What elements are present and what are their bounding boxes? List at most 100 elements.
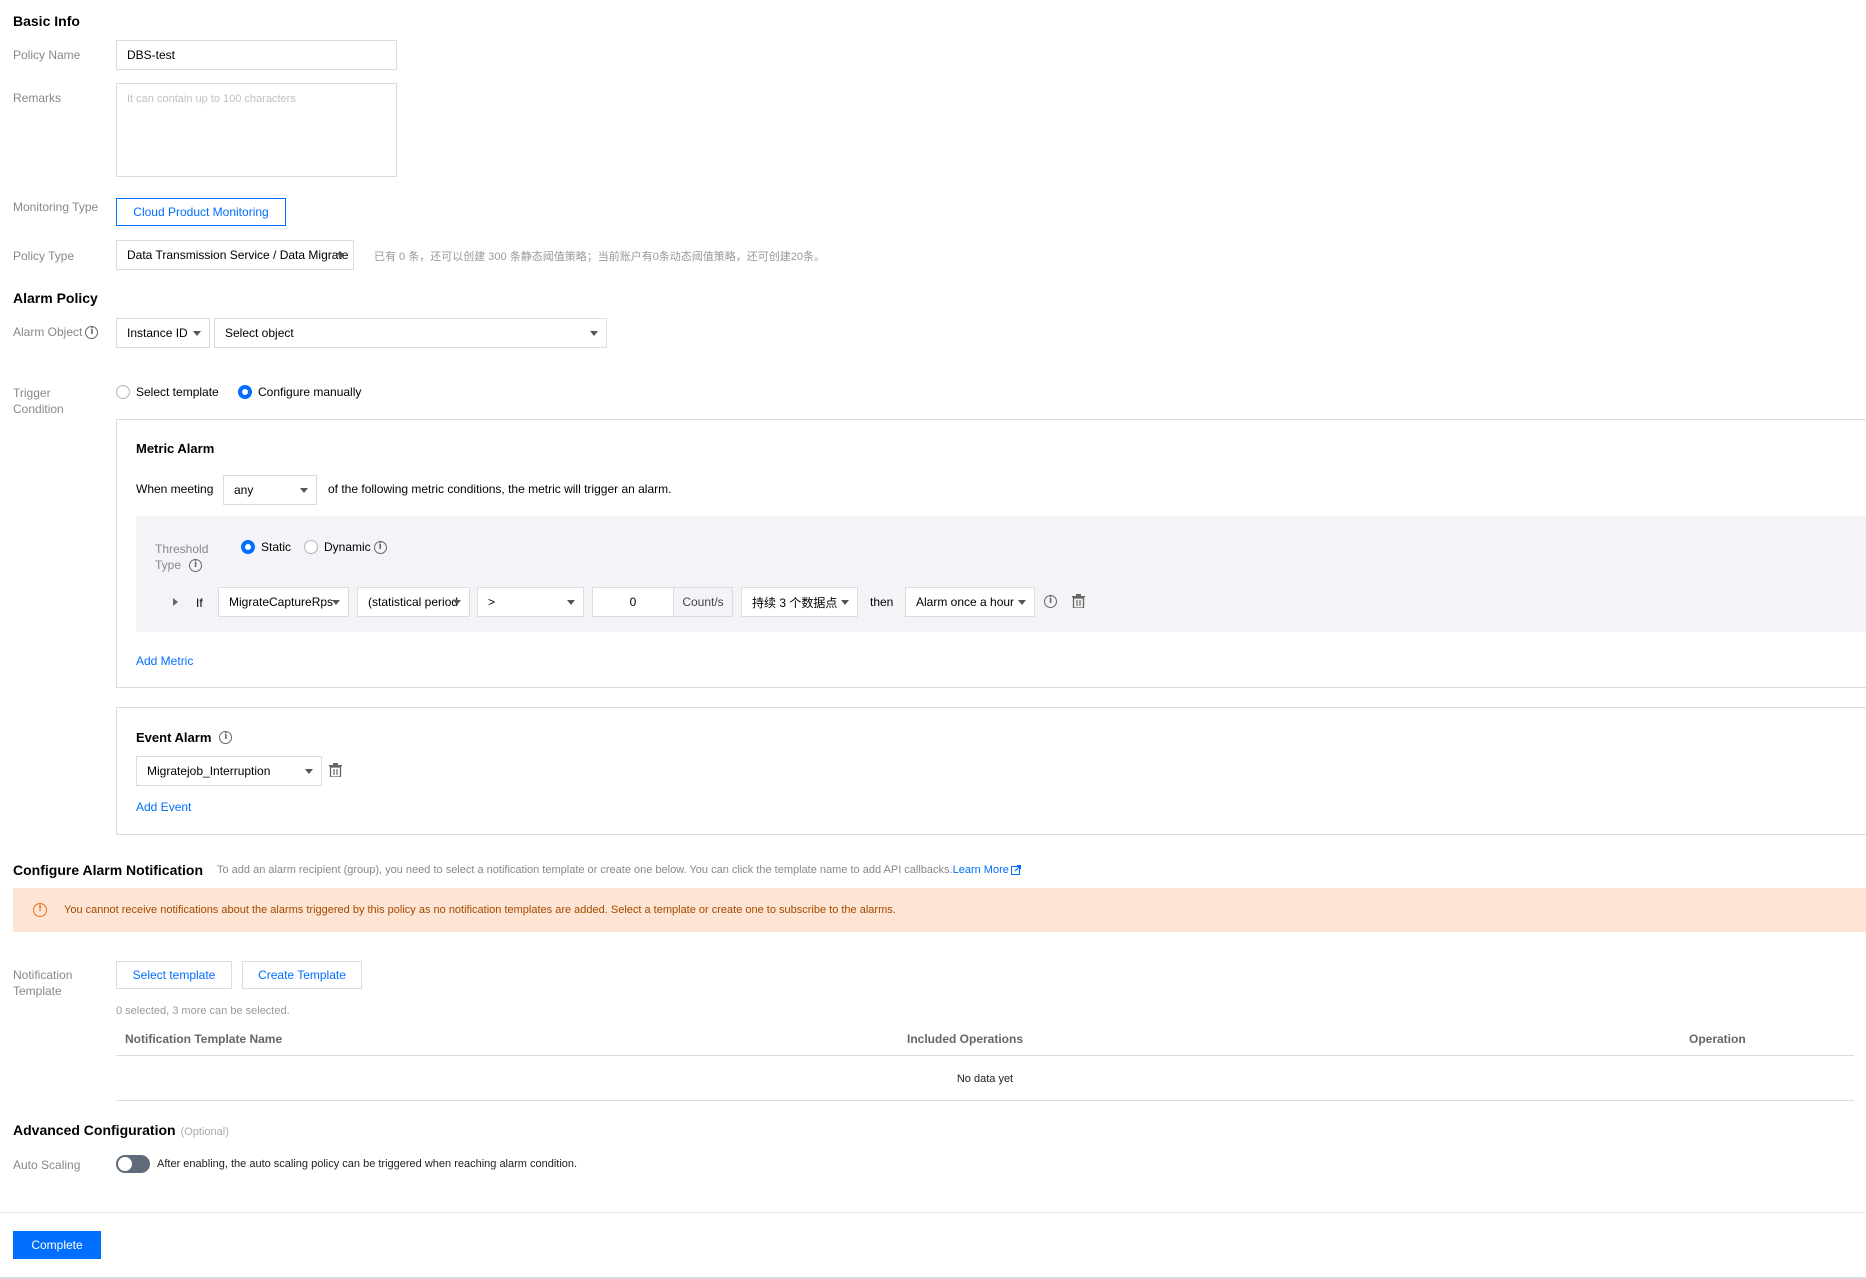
create-template-button[interactable]: Create Template [242,961,362,989]
info-icon[interactable]: i [189,558,203,572]
toggle-knob [118,1157,132,1171]
chevron-down-icon [841,600,849,605]
metric-select[interactable]: MigrateCaptureRps [218,587,349,617]
column-header-included-operations: Included Operations [907,1032,1024,1046]
alarm-object-select-value: Select object [225,326,294,340]
if-label: If [196,596,203,610]
when-meeting-label: When meeting [136,482,214,496]
warning-icon: ! [33,903,47,917]
learn-more-link[interactable]: Learn More [953,864,1009,876]
operator-value: > [488,595,496,609]
expand-caret-icon[interactable] [173,598,178,606]
alarm-object-label-wrap: Alarm Object i [13,324,99,340]
advanced-title: Advanced Configuration [13,1122,176,1138]
event-alarm-title-wrap: Event Alarm i [136,730,233,745]
duration-select[interactable]: 持续 3 个数据点 [741,587,858,617]
duration-value: 持续 3 个数据点 [752,595,838,610]
chevron-down-icon [332,600,340,605]
add-event-link[interactable]: Add Event [136,800,191,814]
radio-select-template[interactable]: Select template [116,385,219,399]
policy-name-value: DBS-test [127,48,176,62]
chevron-down-icon [567,600,575,605]
threshold-type-label-wrap: Type i [155,557,203,573]
radio-icon [304,540,318,554]
column-header-template-name: Notification Template Name [125,1032,283,1046]
alarm-object-type-select[interactable]: Instance ID [116,318,210,348]
threshold-value-input[interactable]: 0 [592,587,674,617]
event-alarm-panel [116,707,1866,835]
select-template-button[interactable]: Select template [116,961,232,989]
then-label: then [870,595,894,609]
warning-text: You cannot receive notifications about t… [64,904,896,916]
radio-configure-manually-label: Configure manually [258,385,362,399]
radio-select-template-label: Select template [136,385,219,399]
monitoring-type-button[interactable]: Cloud Product Monitoring [116,198,286,226]
alarm-object-select[interactable]: Select object [214,318,607,348]
policy-type-hint: 已有 0 条，还可以创建 300 条静态阈值策略；当前账户有0条动态阈值策略，还… [374,251,826,263]
notification-template-label-2: Template [13,984,62,998]
complete-button[interactable]: Complete [13,1231,101,1259]
match-mode-select[interactable]: any [223,475,317,505]
event-alarm-title: Event Alarm [136,730,212,745]
policy-type-value: Data Transmission Service / Data Migrate [127,248,349,262]
radio-threshold-static[interactable]: Static [241,540,291,554]
chevron-down-icon [305,769,313,774]
operator-select[interactable]: > [477,587,584,617]
trigger-condition-label-2: Condition [13,402,64,416]
policy-name-input[interactable]: DBS-test [116,40,397,70]
trash-icon[interactable] [1072,594,1085,608]
info-icon[interactable]: i [219,731,233,744]
radio-checked-icon [238,385,252,399]
threshold-dynamic-label: Dynamic [324,540,371,554]
remarks-textarea[interactable]: It can contain up to 100 characters [116,83,397,177]
trash-icon[interactable] [329,763,342,777]
auto-scaling-label: Auto Scaling [13,1158,81,1172]
notification-template-label-1: Notification [13,968,73,982]
notification-description-wrap: To add an alarm recipient (group), you n… [217,864,1021,876]
footer-divider [0,1212,1866,1213]
external-link-icon[interactable] [1010,865,1021,875]
chevron-down-icon [453,600,461,605]
remarks-label: Remarks [13,91,62,105]
condition-suffix: of the following metric conditions, the … [328,482,672,496]
warning-banner: ! You cannot receive notifications about… [13,888,1866,932]
info-icon[interactable]: i [1044,595,1057,608]
period-select[interactable]: (statistical period [357,587,470,617]
basic-info-title: Basic Info [13,13,80,29]
policy-type-select[interactable]: Data Transmission Service / Data Migrate [116,240,354,270]
trigger-condition-label-1: Trigger [13,386,51,400]
unit-addon: Count/s [673,587,733,617]
chevron-down-icon [1018,600,1026,605]
period-value: (statistical period [368,595,459,609]
radio-threshold-dynamic[interactable]: Dynamic i [304,540,387,554]
radio-configure-manually[interactable]: Configure manually [238,385,361,399]
auto-scaling-description: After enabling, the auto scaling policy … [157,1158,578,1170]
unit-label: Count/s [682,595,724,609]
radio-checked-icon [241,540,255,554]
info-icon[interactable]: i [85,325,99,339]
table-empty-text: No data yet [956,1073,1014,1085]
add-metric-link[interactable]: Add Metric [136,654,193,668]
chevron-down-icon [590,331,598,336]
notification-title: Configure Alarm Notification [13,862,204,878]
monitoring-type-label: Monitoring Type [13,200,99,214]
advanced-title-wrap: Advanced Configuration (Optional) [13,1122,229,1138]
alarm-object-type-value: Instance ID [127,326,188,340]
column-header-operation: Operation [1689,1032,1746,1046]
match-mode-value: any [234,483,254,497]
threshold-type-label-1: Threshold [155,542,209,556]
metric-value: MigrateCaptureRps [229,595,334,609]
auto-scaling-toggle[interactable] [116,1155,150,1173]
frequency-value: Alarm once a hour [916,595,1015,609]
threshold-static-label: Static [261,540,292,554]
chevron-down-icon [337,253,345,258]
info-icon[interactable]: i [373,540,387,554]
selection-hint: 0 selected, 3 more can be selected. [116,1005,290,1017]
notification-description: To add an alarm recipient (group), you n… [217,864,953,876]
threshold-type-label-2: Type [155,558,182,572]
policy-name-label: Policy Name [13,48,81,62]
frequency-select[interactable]: Alarm once a hour [905,587,1035,617]
chevron-down-icon [300,488,308,493]
event-select[interactable]: Migratejob_Interruption [136,756,322,786]
threshold-value: 0 [629,595,637,609]
